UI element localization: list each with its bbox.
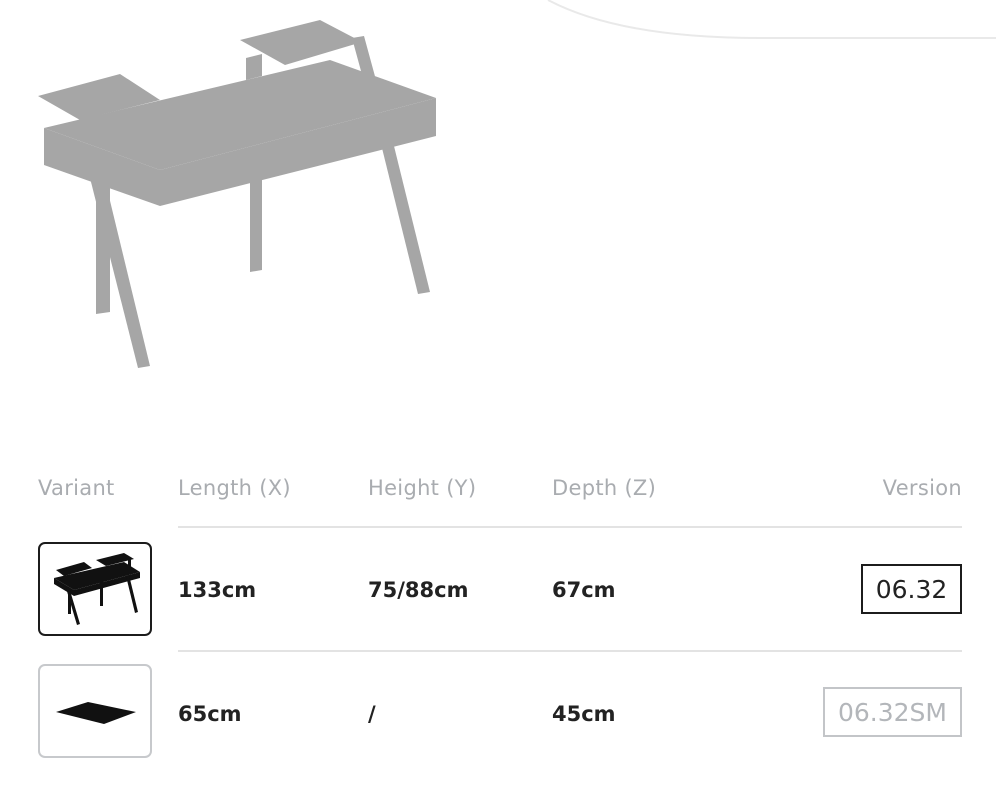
version-button-0632[interactable]: 06.32 [861, 564, 962, 614]
header-version: Version [882, 476, 962, 500]
desk-icon [54, 553, 140, 625]
variant-thumbnail-desk[interactable] [38, 542, 152, 636]
row-1-depth: 67cm [552, 578, 616, 602]
desk-mat-icon [56, 702, 136, 724]
header-length: Length (X) [178, 476, 291, 500]
header-height: Height (Y) [368, 476, 477, 500]
header-divider [178, 526, 962, 528]
row-2-height: / [368, 702, 376, 726]
header-variant: Variant [38, 476, 115, 500]
version-button-0632sm[interactable]: 06.32SM [823, 687, 962, 737]
row-2-depth: 45cm [552, 702, 616, 726]
row-1-height: 75/88cm [368, 578, 469, 602]
spec-table: Variant Length (X) Height (Y) Depth (Z) … [0, 0, 996, 788]
variant-thumbnail-desk-mat[interactable] [38, 664, 152, 758]
header-depth: Depth (Z) [552, 476, 657, 500]
row-divider [178, 650, 962, 652]
row-1-length: 133cm [178, 578, 257, 602]
product-page: Variant Length (X) Height (Y) Depth (Z) … [0, 0, 996, 788]
row-2-length: 65cm [178, 702, 242, 726]
